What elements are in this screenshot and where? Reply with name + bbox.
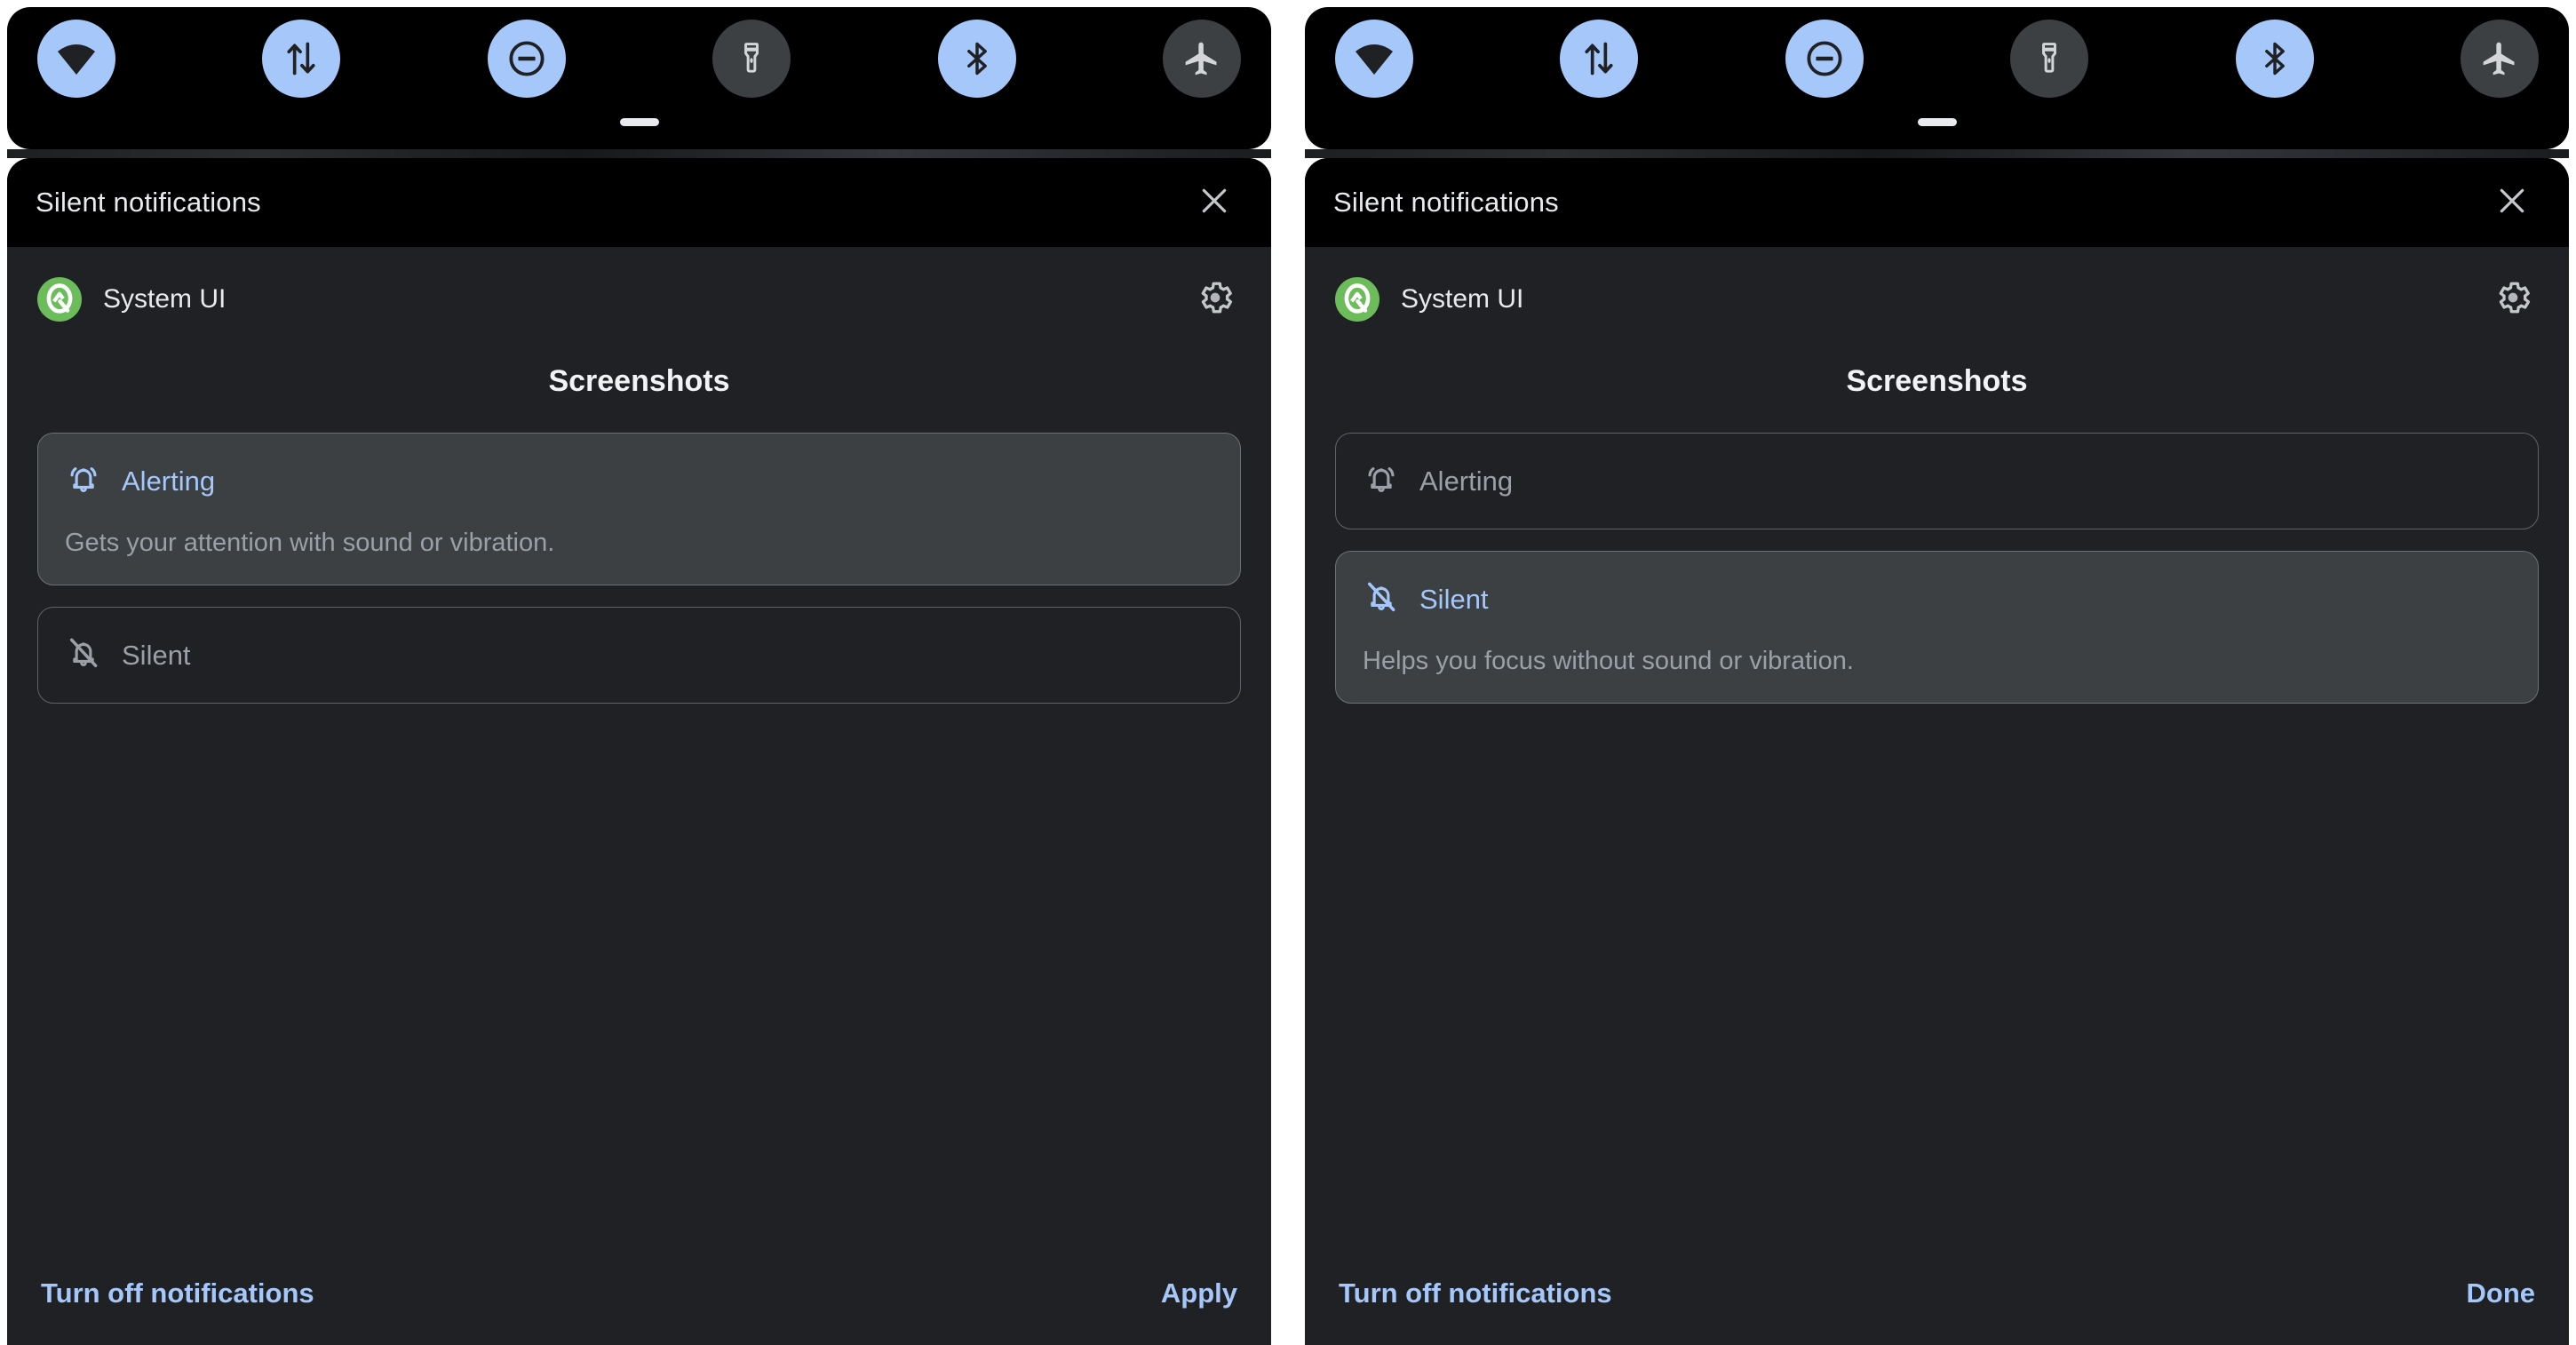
bluetooth-icon xyxy=(2255,39,2294,78)
quick-tile-do-not-disturb[interactable] xyxy=(1785,20,1864,98)
quick-settings-tiles xyxy=(1305,7,2569,98)
quick-settings-drag-handle[interactable] xyxy=(1917,118,1957,126)
close-button[interactable] xyxy=(2487,178,2537,227)
option-alerting[interactable]: Alerting Gets your attention with sound … xyxy=(37,433,1241,585)
apply-button[interactable]: Apply xyxy=(1161,1277,1237,1309)
quick-tile-do-not-disturb[interactable] xyxy=(487,20,566,98)
app-info-row: System UI xyxy=(7,267,1271,332)
app-name: System UI xyxy=(1401,284,1524,314)
app-name: System UI xyxy=(103,284,227,314)
gear-icon xyxy=(1196,278,1235,322)
quick-settings-panel xyxy=(7,7,1271,149)
quick-settings-tiles xyxy=(7,7,1271,98)
mobile-data-icon xyxy=(1579,39,1618,78)
quick-tile-airplane-mode[interactable] xyxy=(2460,20,2539,98)
app-settings-button[interactable] xyxy=(2487,274,2539,325)
option-silent-head: Silent xyxy=(65,634,1213,676)
panel-right: Silent notifications System UI Screensho… xyxy=(1298,0,2576,1345)
channel-title: Screenshots xyxy=(1846,364,2028,398)
wifi-icon xyxy=(55,37,98,80)
wallpaper-gap xyxy=(1305,149,2569,158)
option-alerting-head: Alerting xyxy=(65,460,1213,502)
airplane-mode-icon xyxy=(2480,39,2519,78)
do-not-disturb-icon xyxy=(506,38,547,79)
bell-ringing-icon xyxy=(1363,460,1400,502)
close-button[interactable] xyxy=(1189,178,1239,227)
turn-off-notifications-button[interactable]: Turn off notifications xyxy=(1339,1277,1612,1309)
wallpaper-gap xyxy=(7,149,1271,158)
quick-tile-airplane-mode[interactable] xyxy=(1162,20,1241,98)
mobile-data-icon xyxy=(282,39,321,78)
airplane-mode-icon xyxy=(1182,39,1221,78)
notification-guts: System UI Screenshots xyxy=(1305,247,2569,1345)
option-silent-head: Silent xyxy=(1363,578,2511,620)
app-settings-button[interactable] xyxy=(1189,274,1241,325)
close-icon xyxy=(1197,183,1232,223)
bell-off-icon xyxy=(1363,578,1400,620)
turn-off-notifications-button[interactable]: Turn off notifications xyxy=(41,1277,314,1309)
wifi-icon xyxy=(1353,37,1395,80)
bluetooth-icon xyxy=(958,39,997,78)
option-alerting-head: Alerting xyxy=(1363,460,2511,502)
quick-tile-flashlight[interactable] xyxy=(712,20,791,98)
guts-footer: Turn off notifications Done xyxy=(1305,1253,2569,1345)
quick-tile-mobile-data[interactable] xyxy=(262,20,341,98)
flashlight-icon xyxy=(2031,40,2068,77)
silent-notifications-title: Silent notifications xyxy=(1333,187,1559,218)
option-silent[interactable]: Silent Helps you focus without sound or … xyxy=(37,607,1241,704)
silent-notifications-header: Silent notifications xyxy=(1305,158,2569,247)
option-silent-label: Silent xyxy=(122,639,191,671)
gear-icon xyxy=(2493,278,2532,322)
panel-left: Silent notifications System UI Screensho… xyxy=(0,0,1278,1345)
option-alerting-label: Alerting xyxy=(122,465,216,497)
option-silent-label: Silent xyxy=(1419,583,1489,615)
silent-notifications-header: Silent notifications xyxy=(7,158,1271,247)
notification-shade: Silent notifications System UI Screensho… xyxy=(1305,158,2569,1345)
quick-tile-bluetooth[interactable] xyxy=(937,20,1016,98)
android-q-logo-icon xyxy=(37,277,82,322)
do-not-disturb-icon xyxy=(1804,38,1845,79)
guts-footer: Turn off notifications Apply xyxy=(7,1253,1271,1345)
notification-guts: System UI Screenshots xyxy=(7,247,1271,1345)
screenshot-stage: Silent notifications System UI Screensho… xyxy=(0,0,2576,1345)
bell-ringing-icon xyxy=(65,460,102,502)
channel-title: Screenshots xyxy=(548,364,730,398)
close-icon xyxy=(2494,183,2530,223)
option-alerting[interactable]: Alerting Gets your attention with sound … xyxy=(1335,433,2539,529)
android-q-logo-icon xyxy=(1335,277,1379,322)
quick-tile-wifi[interactable] xyxy=(1335,20,1413,98)
importance-options: Alerting Gets your attention with sound … xyxy=(1305,433,2569,725)
app-info-row: System UI xyxy=(1305,267,2569,332)
quick-tile-wifi[interactable] xyxy=(37,20,115,98)
quick-tile-flashlight[interactable] xyxy=(2010,20,2089,98)
quick-settings-drag-handle[interactable] xyxy=(619,118,659,126)
option-alerting-description: Gets your attention with sound or vibrat… xyxy=(65,529,555,557)
quick-settings-panel xyxy=(1305,7,2569,149)
silent-notifications-title: Silent notifications xyxy=(36,187,261,218)
flashlight-icon xyxy=(733,40,770,77)
importance-options: Alerting Gets your attention with sound … xyxy=(7,433,1271,725)
option-silent[interactable]: Silent Helps you focus without sound or … xyxy=(1335,551,2539,704)
quick-tile-mobile-data[interactable] xyxy=(1560,20,1639,98)
notification-shade: Silent notifications System UI Screensho… xyxy=(7,158,1271,1345)
option-silent-description: Helps you focus without sound or vibrati… xyxy=(1363,647,1854,675)
bell-off-icon xyxy=(65,634,102,676)
done-button[interactable]: Done xyxy=(2467,1277,2536,1309)
option-alerting-label: Alerting xyxy=(1419,465,1514,497)
quick-tile-bluetooth[interactable] xyxy=(2235,20,2314,98)
